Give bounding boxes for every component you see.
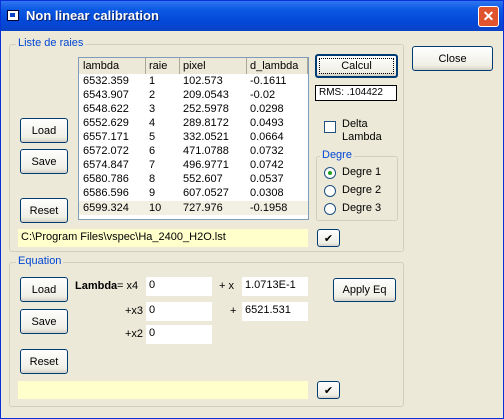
equation-output-field[interactable]: [18, 381, 308, 399]
file-path-field[interactable]: C:\Program Files\vspec\Ha_2400_H2O.lst: [18, 229, 308, 247]
table-row[interactable]: 6532.359 1 102.573 -0.1611: [79, 75, 308, 87]
delta-lambda-checkbox[interactable]: [324, 121, 336, 133]
equation-reset-button[interactable]: Reset: [20, 349, 68, 374]
close-button[interactable]: Close: [412, 46, 493, 71]
x3-label: +x3: [125, 305, 144, 317]
table-row[interactable]: 6580.786 8 552.607 0.0537: [79, 173, 308, 185]
x3-coefficient-input[interactable]: 0: [146, 302, 212, 321]
file-path-ok-button[interactable]: ✔: [317, 229, 340, 247]
degre-1-radio[interactable]: [324, 167, 336, 179]
degre-label: Degre: [320, 149, 354, 161]
delta-lambda-label: Delta Lambda: [342, 118, 382, 143]
x2-label: +x2: [125, 328, 144, 340]
col-lambda-header: lambda: [83, 60, 120, 72]
equation-ok-button[interactable]: ✔: [317, 381, 340, 399]
x-coefficient-input[interactable]: 1.0713E-1: [242, 277, 308, 296]
calibration-window: Non linear calibration ✕ Liste de raies …: [0, 0, 504, 419]
x2-coefficient-input[interactable]: 0: [146, 325, 212, 344]
title-bar: Non linear calibration ✕: [1, 1, 503, 31]
liste-de-raies-label: Liste de raies: [16, 37, 86, 49]
x-label: + x: [219, 280, 234, 292]
rms-display: RMS: .104422: [315, 85, 397, 101]
table-row[interactable]: 6548.622 3 252.5978 0.0298: [79, 103, 308, 115]
equation-label: Equation: [16, 255, 64, 267]
close-window-icon[interactable]: ✕: [478, 6, 499, 27]
table-row[interactable]: 6574.847 7 496.9771 0.0742: [79, 159, 308, 171]
apply-eq-button[interactable]: Apply Eq: [333, 278, 396, 302]
table-header: lambda raie pixel d_lambda: [79, 58, 308, 74]
lambda-label: Lambda: [75, 280, 118, 292]
table-row[interactable]: 6557.171 5 332.0521 0.0664: [79, 131, 308, 143]
degre-3-label: Degre 3: [342, 202, 382, 214]
degre-2-label: Degre 2: [342, 184, 382, 196]
col-pixel-header: pixel: [183, 60, 206, 72]
equation-save-button[interactable]: Save: [20, 309, 68, 334]
degre-3-radio[interactable]: [324, 203, 336, 215]
liste-save-button[interactable]: Save: [20, 149, 68, 174]
app-icon: [7, 10, 19, 21]
table-row[interactable]: 6586.596 9 607.0527 0.0308: [79, 187, 308, 199]
table-row[interactable]: 6552.629 4 289.8172 0.0493: [79, 117, 308, 129]
constant-label: +: [230, 305, 237, 317]
table-row-selected[interactable]: 6599.324 10 727.976 -0.1958: [79, 201, 308, 215]
x4-coefficient-input[interactable]: 0: [146, 277, 212, 296]
x4-label: = x4: [117, 280, 139, 292]
calcul-button[interactable]: Calcul: [315, 54, 398, 78]
degre-2-radio[interactable]: [324, 185, 336, 197]
raies-table[interactable]: lambda raie pixel d_lambda 6532.359 1 102.…: [78, 57, 309, 220]
degre-1-label: Degre 1: [342, 166, 382, 178]
window-title: Non linear calibration: [26, 8, 159, 23]
liste-load-button[interactable]: Load: [20, 118, 68, 143]
col-raie-header: raie: [149, 60, 168, 72]
col-d-lambda-header: d_lambda: [250, 60, 299, 72]
constant-input[interactable]: 6521.531: [242, 302, 308, 321]
table-row[interactable]: 6572.072 6 471.0788 0.0732: [79, 145, 308, 157]
liste-reset-button[interactable]: Reset: [20, 198, 68, 223]
table-row[interactable]: 6543.907 2 209.0543 -0.02: [79, 89, 308, 101]
equation-load-button[interactable]: Load: [20, 277, 68, 302]
